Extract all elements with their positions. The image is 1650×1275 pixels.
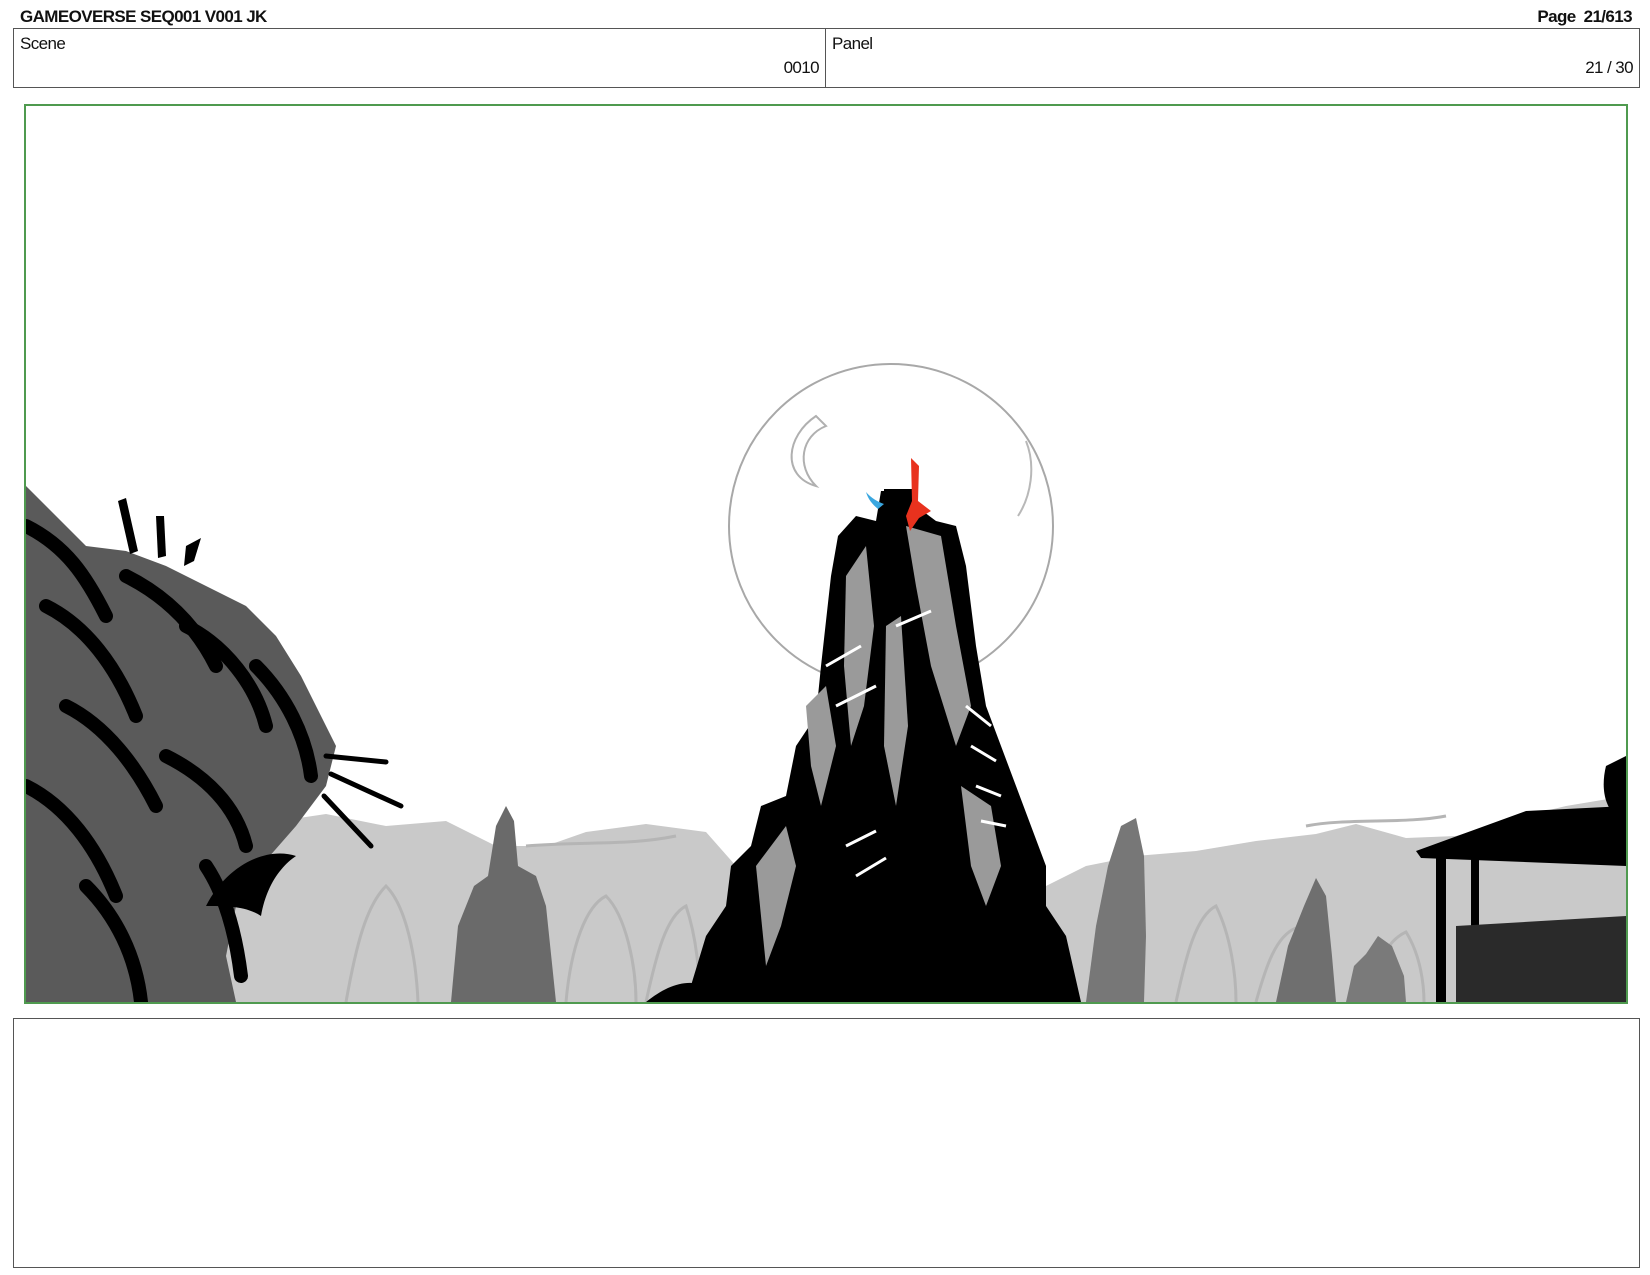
page-label: Page bbox=[1537, 7, 1576, 26]
scene-panel-info-bar: Scene 0010 Panel 21 / 30 bbox=[13, 28, 1640, 88]
panel-cell: Panel 21 / 30 bbox=[826, 29, 1639, 87]
storyboard-drawing bbox=[26, 363, 1626, 1002]
document-header: GAMEOVERSE SEQ001 V001 JK Page 21/613 bbox=[20, 6, 1633, 28]
panel-notes-box[interactable] bbox=[13, 1018, 1640, 1268]
page-indicator: Page 21/613 bbox=[1537, 7, 1632, 27]
scene-cell: Scene 0010 bbox=[14, 29, 826, 87]
page-number: 21/613 bbox=[1583, 7, 1633, 26]
panel-label: Panel bbox=[832, 34, 873, 53]
panel-number: 21 / 30 bbox=[1585, 58, 1633, 77]
scene-number: 0010 bbox=[783, 58, 820, 77]
scene-label: Scene bbox=[20, 34, 66, 53]
storyboard-panel-frame bbox=[24, 104, 1628, 1004]
document-title: GAMEOVERSE SEQ001 V001 JK bbox=[20, 7, 267, 26]
